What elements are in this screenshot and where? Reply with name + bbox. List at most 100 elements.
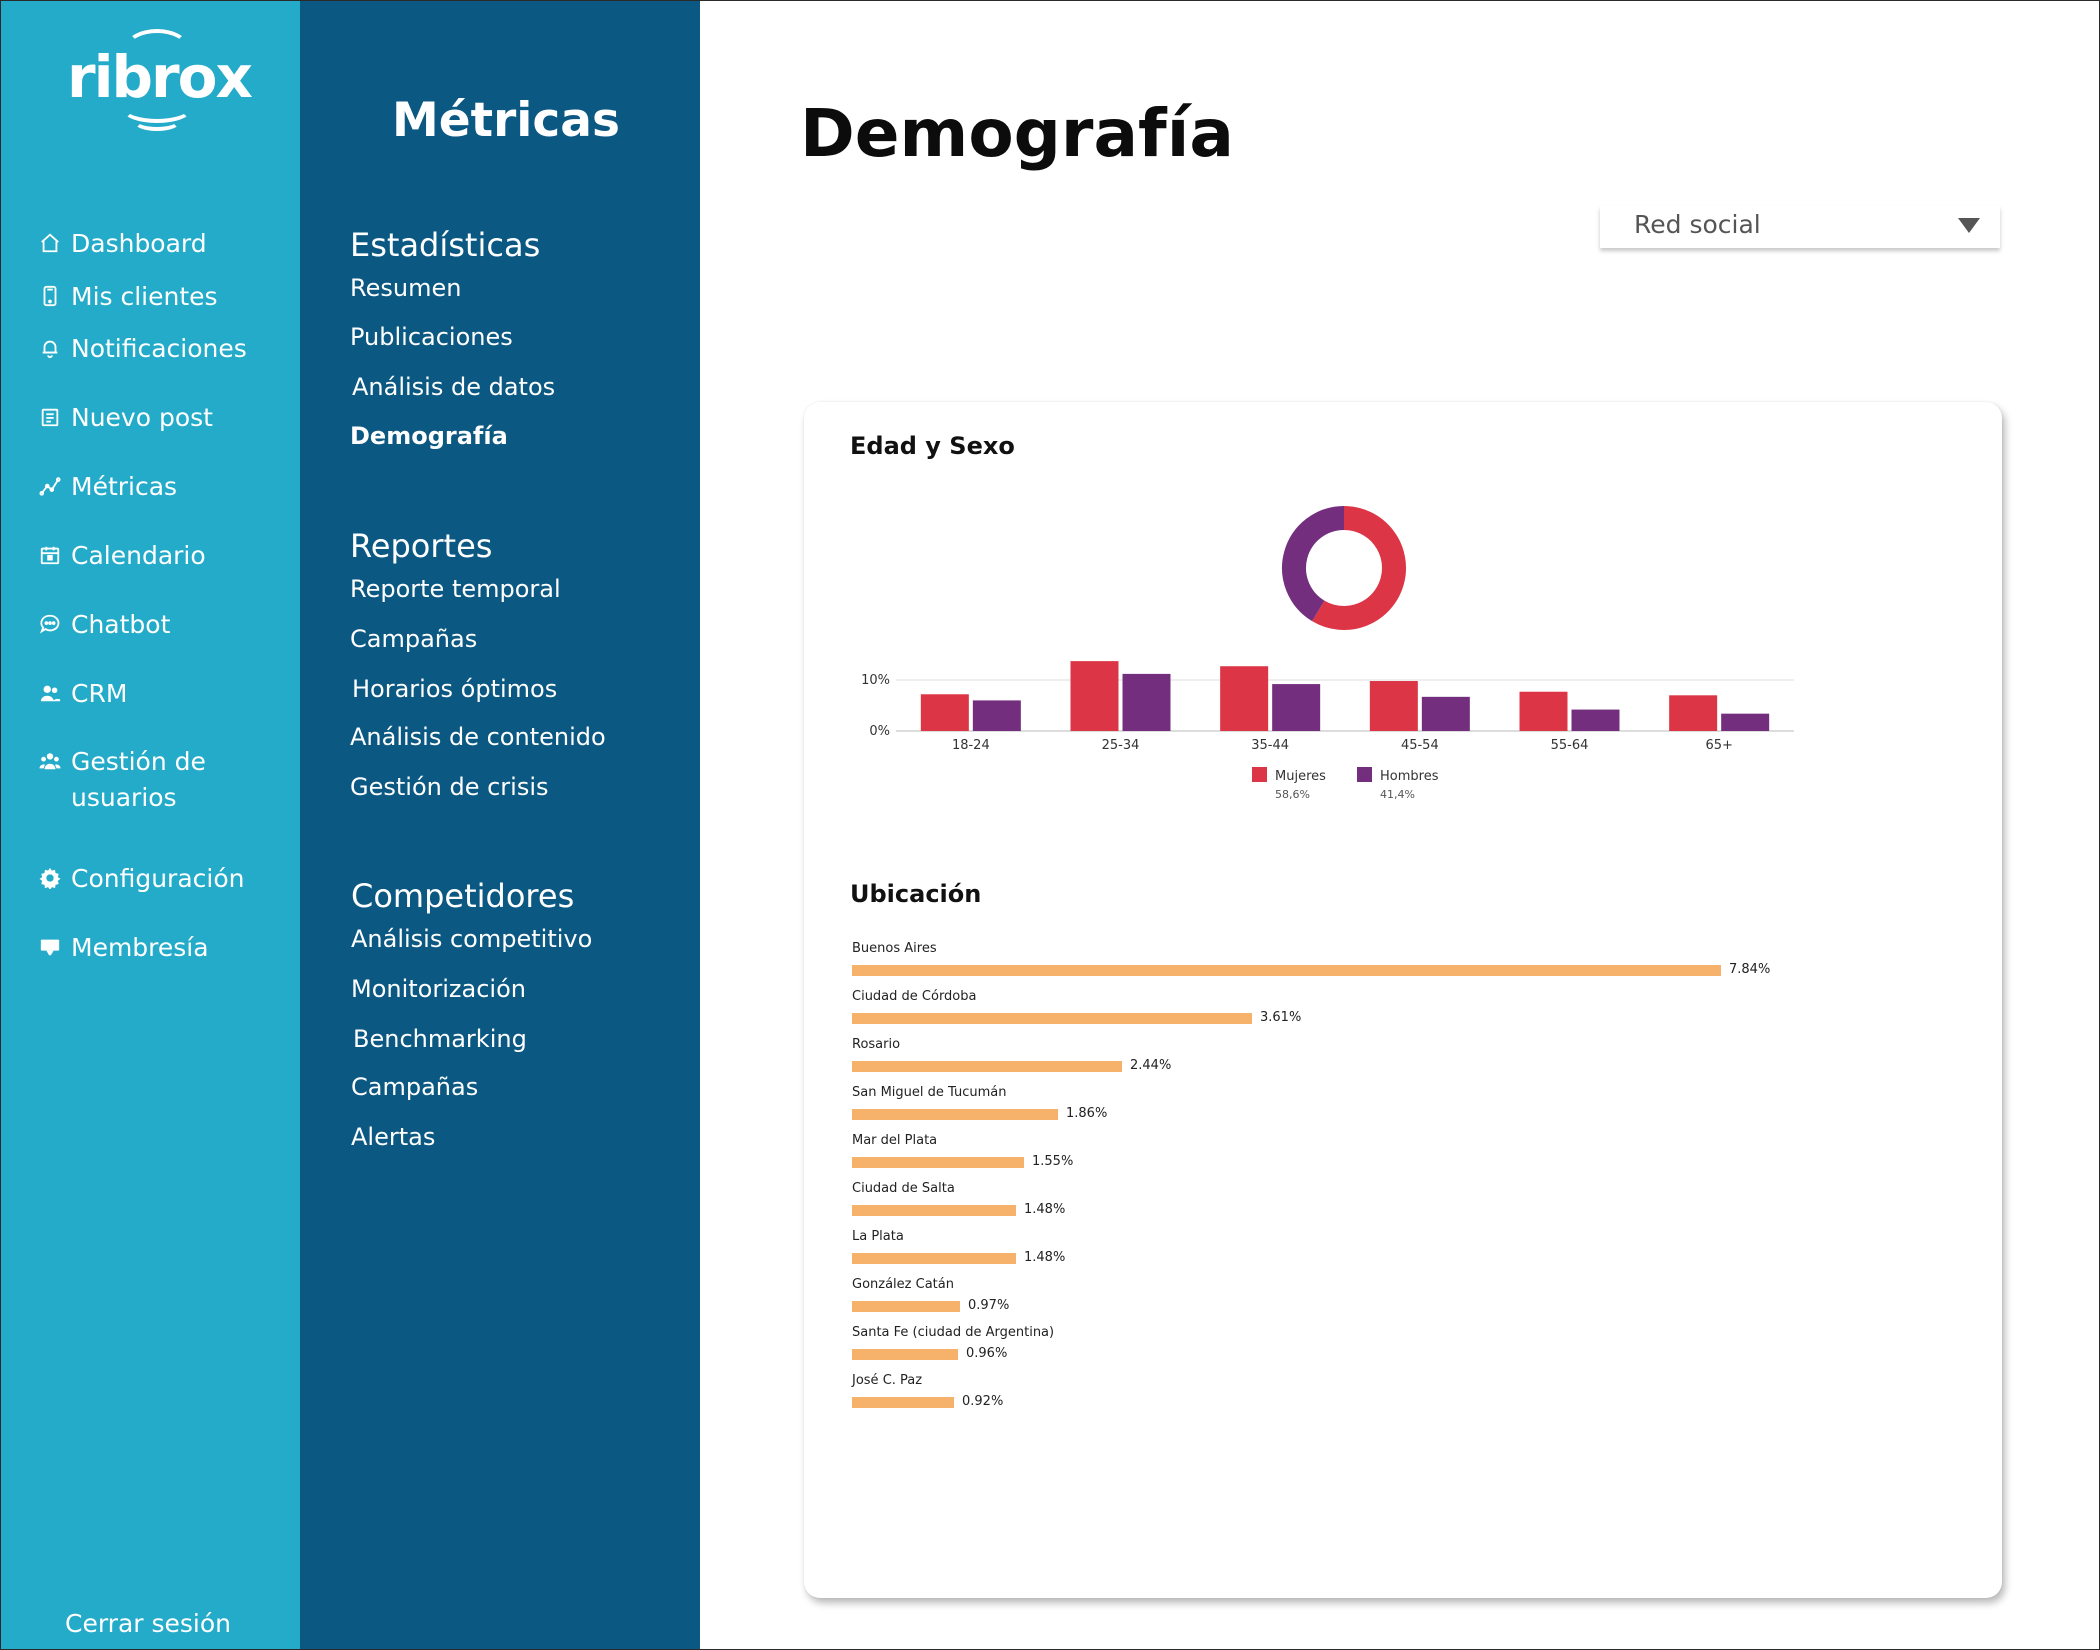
sidebar-item-label: Notificaciones	[71, 334, 247, 363]
subnav-link-analisis-contenido[interactable]: Análisis de contenido	[350, 723, 606, 751]
location-title: Ubicación	[850, 880, 982, 908]
sidebar-item-label: Dashboard	[71, 229, 207, 258]
x-tick-label: 25-34	[1102, 738, 1140, 753]
main-sidebar: ribrox Dashboard Mis clientes Notificaci…	[1, 1, 300, 1649]
location-bar	[852, 1397, 954, 1408]
subnav-link-publicaciones[interactable]: Publicaciones	[350, 323, 513, 351]
select-label: Red social	[1634, 210, 1761, 239]
bar-hombres-35-44	[1272, 684, 1321, 731]
subnav-link-campanas-competidores[interactable]: Campañas	[351, 1073, 478, 1101]
donut-slice-mujeres	[1312, 506, 1406, 630]
sidebar-item-nuevo-post[interactable]: Nuevo post	[37, 400, 213, 436]
subnav-link-reporte-temporal[interactable]: Reporte temporal	[350, 575, 561, 603]
logout-link[interactable]: Cerrar sesión	[65, 1609, 231, 1638]
social-network-select[interactable]: Red social	[1600, 206, 2000, 248]
section-heading-estadisticas: Estadísticas	[350, 226, 541, 264]
subnav-link-analisis-datos[interactable]: Análisis de datos	[352, 373, 555, 401]
section-heading-reportes: Reportes	[350, 527, 493, 565]
sidebar-item-mis-clientes[interactable]: Mis clientes	[37, 279, 218, 315]
subnav-link-monitorizacion[interactable]: Monitorización	[351, 975, 526, 1003]
sidebar-item-label: Mis clientes	[71, 282, 218, 311]
metrics-icon	[37, 473, 63, 499]
location-value: 7.84%	[1729, 962, 1771, 977]
bar-mujeres-65+	[1669, 695, 1718, 731]
metrics-subnav: Métricas Estadísticas Resumen Publicacio…	[300, 1, 700, 1649]
location-bar	[852, 1205, 1016, 1216]
bar-mujeres-55-64	[1519, 691, 1568, 731]
y-tick-label: 10%	[861, 673, 890, 688]
location-bar	[852, 965, 1721, 976]
location-name: Rosario	[852, 1037, 901, 1052]
location-name: Buenos Aires	[852, 941, 937, 956]
caret-down-icon	[1958, 218, 1980, 233]
location-value: 1.48%	[1024, 1250, 1066, 1265]
legend-label-mujeres: Mujeres	[1275, 769, 1326, 784]
demographics-card: Edad y Sexo 0% 10% 18-24 25-34 35-44 45-54 55-…	[804, 402, 2002, 1598]
legend-share-hombres: 41,4%	[1380, 788, 1415, 801]
team-icon	[37, 748, 63, 774]
location-value: 3.61%	[1260, 1010, 1302, 1025]
location-bar	[852, 1301, 960, 1312]
location-name: Ciudad de Salta	[852, 1181, 955, 1196]
sidebar-item-label: Chatbot	[71, 610, 171, 639]
bar-hombres-25-34	[1122, 673, 1171, 731]
sidebar-item-membresia[interactable]: Membresía	[37, 930, 209, 966]
home-icon	[37, 230, 63, 256]
location-name: San Miguel de Tucumán	[852, 1085, 1007, 1100]
sidebar-item-metricas[interactable]: Métricas	[37, 469, 177, 505]
location-value: 0.92%	[962, 1394, 1004, 1409]
sidebar-item-chatbot[interactable]: Chatbot	[37, 607, 170, 643]
location-bar	[852, 1253, 1016, 1264]
location-value: 2.44%	[1130, 1058, 1172, 1073]
subnav-link-campanas[interactable]: Campañas	[350, 625, 477, 653]
bar-mujeres-25-34	[1070, 661, 1119, 731]
calendar-icon	[37, 542, 63, 568]
age-sex-chart: 0% 10% 18-24 25-34 35-44 45-54 55-64 65+ Mujeres…	[861, 506, 1794, 801]
location-bar	[852, 1157, 1024, 1168]
chat-icon	[37, 611, 63, 637]
subnav-title: Métricas	[392, 93, 620, 148]
sidebar-item-configuracion[interactable]: Configuración	[37, 861, 245, 897]
bar-hombres-18-24	[972, 700, 1021, 731]
sidebar-item-notificaciones[interactable]: Notificaciones	[37, 331, 247, 367]
section-heading-competidores: Competidores	[351, 877, 575, 915]
sidebar-item-label: Gestión de usuarios	[71, 747, 206, 812]
sidebar-item-label: Membresía	[71, 933, 209, 962]
subnav-link-demografia[interactable]: Demografía	[350, 422, 508, 450]
x-tick-label: 65+	[1705, 738, 1732, 753]
bar-hombres-65+	[1721, 713, 1770, 731]
location-name: Ciudad de Córdoba	[852, 989, 977, 1004]
gear-icon	[37, 865, 63, 891]
subnav-link-gestion-crisis[interactable]: Gestión de crisis	[350, 773, 549, 801]
location-bar	[852, 1349, 958, 1360]
bar-mujeres-45-54	[1369, 681, 1418, 731]
x-tick-label: 35-44	[1251, 738, 1289, 753]
bar-hombres-55-64	[1571, 709, 1620, 731]
x-tick-label: 45-54	[1401, 738, 1439, 753]
post-icon	[37, 404, 63, 430]
bar-hombres-45-54	[1421, 696, 1470, 731]
subnav-link-analisis-competitivo[interactable]: Análisis competitivo	[351, 925, 592, 953]
sidebar-item-crm[interactable]: CRM	[37, 676, 127, 712]
bell-icon	[37, 335, 63, 361]
location-bar	[852, 1061, 1122, 1072]
sidebar-item-dashboard[interactable]: Dashboard	[37, 226, 207, 262]
subnav-link-benchmarking[interactable]: Benchmarking	[353, 1025, 527, 1053]
subnav-link-horarios-optimos[interactable]: Horarios óptimos	[352, 675, 557, 703]
sidebar-item-calendario[interactable]: Calendario	[37, 538, 206, 574]
subnav-link-resumen[interactable]: Resumen	[350, 274, 461, 302]
sidebar-item-gestion-usuarios[interactable]: Gestión de usuarios	[37, 744, 251, 816]
location-name: Santa Fe (ciudad de Argentina)	[852, 1325, 1055, 1340]
bar-mujeres-18-24	[920, 694, 969, 731]
logo-arc-bottom-small	[133, 111, 181, 131]
location-bar	[852, 1013, 1252, 1024]
bar-mujeres-35-44	[1220, 666, 1269, 731]
sidebar-item-label: Configuración	[71, 864, 245, 893]
ribrox-logo[interactable]: ribrox	[67, 29, 253, 131]
location-name: Mar del Plata	[852, 1133, 938, 1148]
subnav-link-alertas[interactable]: Alertas	[351, 1123, 435, 1151]
legend-swatch-hombres	[1357, 767, 1372, 782]
location-value: 1.86%	[1066, 1106, 1108, 1121]
location-value: 1.48%	[1024, 1202, 1066, 1217]
users-icon	[37, 680, 63, 706]
